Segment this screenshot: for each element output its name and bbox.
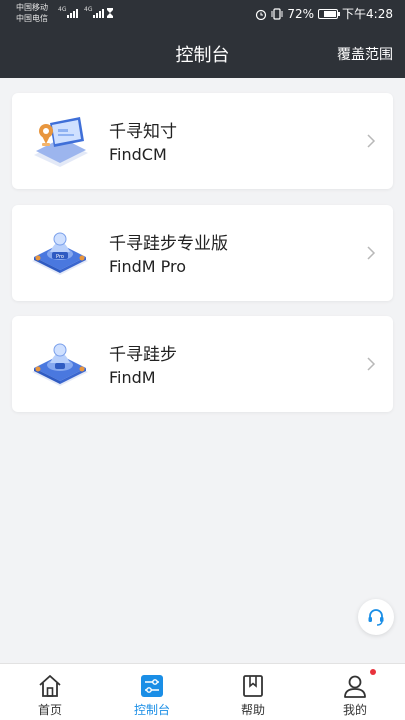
signal-1-icon: 4G — [58, 6, 79, 18]
nav-bar: 控制台 覆盖范围 — [0, 27, 405, 78]
product-card-findm-pro[interactable]: Pro 千寻跬步专业版 FindM Pro — [12, 205, 393, 301]
tab-label: 我的 — [342, 703, 367, 717]
product-subtitle: FindM — [109, 368, 156, 387]
carrier-2: 中国电信 — [16, 14, 48, 23]
product-name: 千寻跬步专业版 — [109, 234, 228, 254]
coverage-button[interactable]: 覆盖范围 — [337, 44, 393, 64]
product-subtitle: FindM Pro — [109, 257, 187, 276]
hourglass-icon — [107, 8, 113, 18]
customer-service-button[interactable] — [358, 599, 394, 635]
laptop-location-icon — [34, 117, 88, 167]
carrier-info: 中国移动 中国电信 — [16, 2, 48, 24]
home-icon — [39, 675, 61, 697]
bookmark-icon — [243, 675, 263, 697]
tab-label: 帮助 — [240, 703, 265, 717]
svg-text:Pro: Pro — [56, 254, 64, 260]
carrier-1: 中国移动 — [16, 3, 48, 12]
alarm-icon — [256, 9, 267, 20]
battery-percent: 72% — [287, 6, 315, 21]
product-name: 千寻知寸 — [109, 122, 177, 142]
chevron-right-icon — [367, 357, 376, 371]
clock: 下午4:28 — [342, 7, 393, 21]
tab-console[interactable]: 控制台 — [102, 664, 202, 720]
product-card-findcm[interactable]: 千寻知寸 FindCM — [12, 93, 393, 189]
console-icon — [141, 675, 163, 697]
tab-label: 控制台 — [133, 703, 170, 717]
vibrate-icon — [271, 7, 283, 20]
tab-mine[interactable]: 我的 — [305, 664, 405, 720]
tab-home[interactable]: 首页 — [0, 664, 100, 720]
pro-station-icon: Pro — [32, 232, 88, 275]
chevron-right-icon — [367, 246, 376, 260]
product-name: 千寻跬步 — [109, 345, 177, 365]
tab-label: 首页 — [37, 703, 62, 717]
signal-2-icon: 4G — [84, 6, 105, 18]
status-bar: 中国移动 中国电信 4G 4G 72% 下午4:28 — [0, 0, 405, 27]
tab-help[interactable]: 帮助 — [203, 664, 303, 720]
status-right: 72% 下午4:28 — [255, 5, 393, 22]
user-icon — [344, 675, 366, 698]
product-card-findm[interactable]: 千寻跬步 FindM — [12, 316, 393, 412]
notification-badge — [370, 669, 376, 675]
headset-icon — [368, 609, 384, 626]
chevron-right-icon — [367, 134, 376, 148]
station-icon — [32, 343, 88, 386]
tab-bar: 首页 控制台 帮助 我的 — [0, 663, 405, 720]
product-subtitle: FindCM — [109, 145, 167, 164]
battery-icon — [318, 8, 341, 19]
